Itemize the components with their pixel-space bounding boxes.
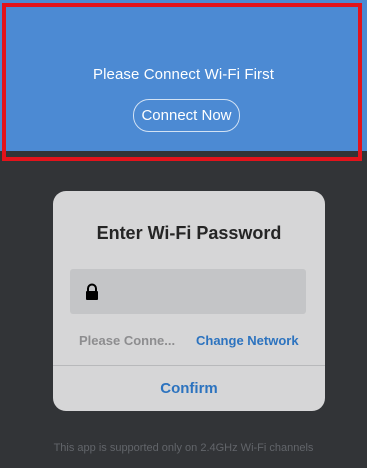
current-network-label: Please Conne... <box>79 333 176 348</box>
wifi-support-note: This app is supported only on 2.4GHz Wi-… <box>53 442 314 454</box>
connect-now-button[interactable]: Connect Now <box>133 99 240 132</box>
wifi-required-banner: Please Connect Wi-Fi First Connect Now <box>0 0 367 151</box>
banner-title: Please Connect Wi-Fi First <box>93 66 274 83</box>
password-input[interactable] <box>110 269 304 316</box>
wifi-password-dialog: Enter Wi-Fi Password Please Conne... Cha… <box>53 191 325 411</box>
password-field[interactable] <box>70 269 306 316</box>
confirm-button[interactable]: Confirm <box>53 366 325 411</box>
dialog-title: Enter Wi-Fi Password <box>96 223 282 243</box>
wifi-setup-screen: Please Connect Wi-Fi First Connect Now E… <box>0 0 367 468</box>
lock-icon <box>86 283 98 300</box>
change-network-link[interactable]: Change Network <box>196 333 299 349</box>
